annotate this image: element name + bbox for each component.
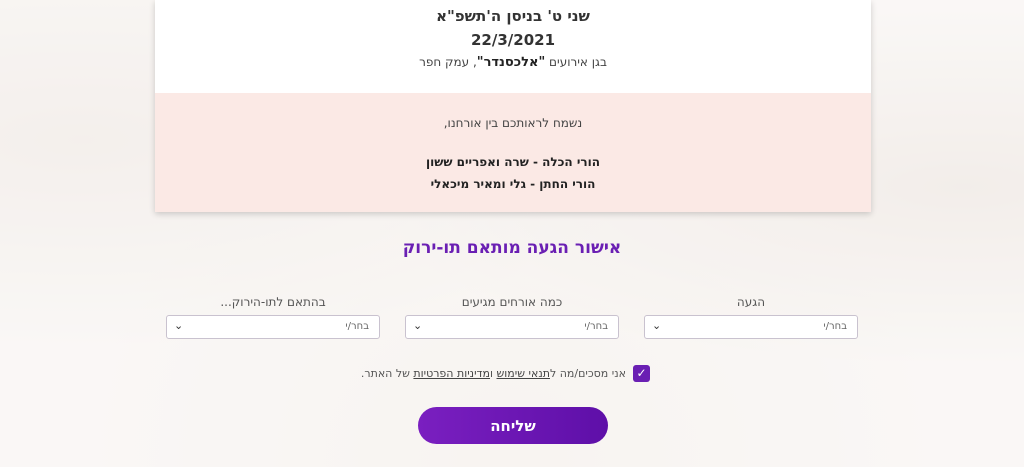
venue-suffix: , עמק חפר [419,55,477,69]
privacy-link[interactable]: מדיניות הפרטיות [413,367,490,380]
groom-parents: הורי החתן - גלי ומאיר מיכאלי [430,177,596,191]
venue-prefix: בגן אירועים [545,55,607,69]
green-pass-select[interactable]: בחר/י ⌄ [166,315,380,339]
green-pass-label: בהתאם לתו-הירוק... [220,295,326,309]
consent-text: אני מסכים/מה לתנאי שימוש ומדיניות הפרטיו… [361,367,626,380]
chevron-down-icon: ⌄ [174,319,184,332]
welcome-text: נשמח לראותכם בין אורחנו, [443,116,583,130]
guest-count-label: כמה אורחים מגיעים [461,295,563,309]
green-pass-select-value: בחר/י [345,321,369,332]
venue-line: בגן אירועים "אלכסנדר", עמק חפר [155,55,871,70]
consent-row: ✓ אני מסכים/מה לתנאי שימוש ומדיניות הפרט… [361,364,652,384]
consent-checkbox[interactable]: ✓ [633,365,650,382]
chevron-down-icon: ⌄ [652,319,662,332]
arrival-select-value: בחר/י [823,321,847,332]
arrival-select[interactable]: בחר/י ⌄ [644,315,858,339]
guest-count-select-value: בחר/י [584,321,608,332]
check-icon: ✓ [636,366,647,380]
consent-suffix: של האתר. [360,367,414,380]
rsvp-form-title: אישור הגעה מותאם תו-ירוק [402,238,622,258]
guest-count-select[interactable]: בחר/י ⌄ [405,315,619,339]
invitation-card-bottom [155,93,871,212]
venue-name: "אלכסנדר" [476,55,546,70]
consent-prefix: אני מסכים/מה ל [549,367,626,380]
bride-parents: הורי הכלה - שרה ואפריים ששון [426,155,600,169]
invitation-card: שני ט' בניסן ה'תשפ"א 22/3/2021 בגן אירוע… [155,0,871,212]
chevron-down-icon: ⌄ [413,319,423,332]
arrival-label: הגעה [736,295,766,309]
hebrew-date: שני ט' בניסן ה'תשפ"א [436,7,590,25]
submit-button[interactable]: שליחה [418,407,608,444]
gregorian-date: 22/3/2021 [470,31,556,49]
terms-link[interactable]: תנאי שימוש [497,367,550,380]
